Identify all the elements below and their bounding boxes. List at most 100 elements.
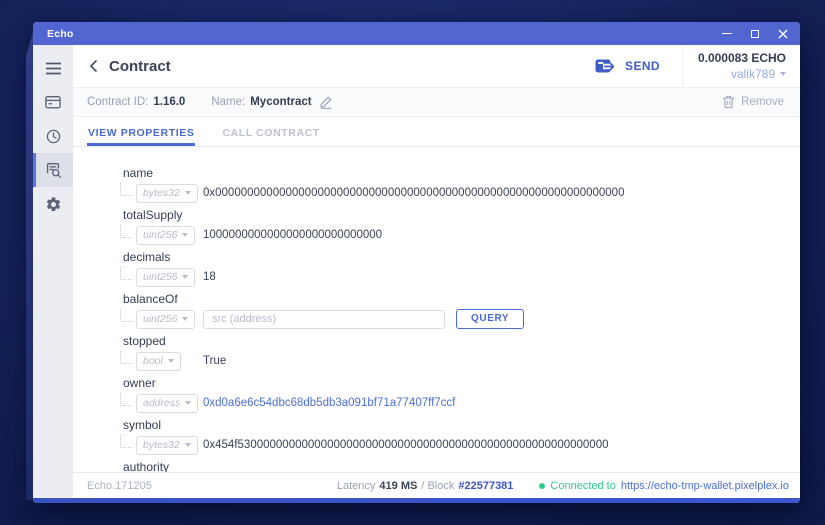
window-title: Echo (47, 27, 74, 40)
type-dropdown[interactable]: bool (136, 351, 181, 371)
trash-icon (723, 95, 735, 109)
property-name: stopped (123, 334, 166, 348)
type-dropdown[interactable]: uint256 (136, 225, 196, 245)
remove-label: Remove (741, 96, 784, 108)
tree-connector-icon (120, 182, 131, 196)
tree-connector-icon (120, 434, 131, 448)
query-button[interactable]: QUERY (456, 309, 525, 329)
app-version: Echo.171205 (87, 479, 152, 492)
app-window: Echo Contract SEND 0.000083 ECHO valik78… (33, 22, 800, 503)
close-icon (778, 29, 787, 38)
sidebar-item-contracts[interactable] (33, 153, 73, 187)
property-name: name (123, 166, 154, 180)
send-button[interactable]: SEND (573, 45, 682, 87)
contract-property: owner address 0xd0a6e6c54dbc68db5db3a091… (73, 377, 800, 419)
account-switcher[interactable]: 0.000083 ECHO valik789 (682, 45, 800, 87)
connected-dot-icon (539, 482, 546, 489)
connection-status: Connected to https://echo-tmp-wallet.pix… (539, 480, 789, 492)
connected-url[interactable]: https://echo-tmp-wallet.pixelplex.io (621, 480, 789, 492)
tree-connector-icon (120, 266, 131, 280)
minimize-button[interactable] (721, 28, 732, 39)
chevron-down-icon (780, 72, 786, 76)
settings-icon (46, 196, 60, 211)
tree-connector-icon (120, 224, 131, 238)
address-input[interactable] (203, 309, 445, 329)
contract-property: balanceOf uint256 QUERY (73, 293, 800, 335)
close-button[interactable] (777, 28, 788, 39)
type-label: uint256 (143, 270, 178, 283)
latency-value: 419 MS (379, 479, 418, 492)
block-label: / Block (421, 479, 455, 492)
sidebar (33, 45, 73, 498)
chevron-down-icon (182, 274, 189, 279)
menu-icon (45, 62, 61, 74)
tab-call-contract[interactable]: CALL CONTRACT (221, 117, 320, 146)
type-label: bytes32 (143, 438, 180, 451)
property-value: 0xd0a6e6c54dbc68db5db3a091bf71a77407ff7c… (203, 397, 456, 409)
chevron-down-icon (182, 316, 189, 321)
tab-view-properties[interactable]: VIEW PROPERTIES (87, 117, 196, 146)
back-button[interactable] (87, 55, 100, 77)
chevron-down-icon (182, 232, 189, 237)
remove-contract-button[interactable]: Remove (722, 95, 784, 109)
contract-property: stopped bool True (73, 335, 800, 377)
contract-property: authority (73, 460, 800, 473)
tree-connector-icon (120, 392, 131, 406)
contract-property: symbol bytes32 0x454f5300000000000000000… (73, 419, 800, 461)
contract-property: name bytes32 0x0000000000000000000000000… (73, 167, 800, 209)
send-label: SEND (625, 59, 660, 73)
contract-info-bar: Contract ID: 1.16.0 Name: Mycontract Rem… (73, 88, 800, 117)
tab-label: VIEW PROPERTIES (88, 127, 195, 139)
contract-name-label: Name: (211, 96, 246, 108)
property-name: owner (123, 376, 156, 390)
chevron-down-icon (185, 400, 192, 405)
type-dropdown[interactable]: uint256 (136, 267, 196, 287)
property-name: totalSupply (123, 208, 183, 222)
contract-id-label: Contract ID: (87, 96, 149, 108)
send-icon (595, 59, 615, 73)
property-value: 18 (203, 271, 216, 283)
edit-name-button[interactable] (319, 95, 333, 109)
title-bar: Echo (33, 22, 800, 45)
window-bottom-edge (33, 498, 800, 503)
sidebar-item-wallet[interactable] (33, 85, 73, 119)
type-dropdown[interactable]: address (136, 393, 199, 413)
block-number: #22577381 (458, 479, 514, 492)
maximize-button[interactable] (749, 28, 760, 39)
type-dropdown[interactable]: bytes32 (136, 435, 198, 455)
chevron-down-icon (167, 358, 174, 363)
sidebar-menu-toggle[interactable] (33, 51, 73, 85)
chevron-down-icon (184, 190, 191, 195)
type-label: bytes32 (143, 186, 180, 199)
contracts-icon (46, 163, 61, 178)
sidebar-item-history[interactable] (33, 119, 73, 153)
type-dropdown[interactable]: uint256 (136, 309, 196, 329)
property-name: authority (123, 460, 170, 473)
property-name: decimals (123, 250, 171, 264)
type-dropdown[interactable]: bytes32 (136, 183, 198, 203)
type-label: uint256 (143, 228, 178, 241)
property-value: 0x00000000000000000000000000000000000000… (203, 187, 625, 199)
property-value: True (203, 355, 227, 367)
sidebar-item-settings[interactable] (33, 187, 73, 221)
tree-connector-icon (120, 350, 131, 364)
history-icon (46, 129, 60, 143)
type-label: address (143, 396, 181, 409)
account-name: valik789 (730, 67, 775, 81)
chevron-left-icon (89, 59, 98, 73)
contract-property: decimals uint256 18 (73, 251, 800, 293)
type-label: bool (143, 354, 163, 367)
contract-name-value: Mycontract (250, 96, 312, 108)
wallet-icon (45, 96, 61, 109)
property-value: 0x454f5300000000000000000000000000000000… (203, 439, 609, 451)
contract-property: totalSupply uint256 10000000000000000000… (73, 209, 800, 251)
page-title: Contract (109, 57, 171, 75)
chevron-down-icon (184, 442, 191, 447)
balance-value: 0.000083 ECHO (697, 51, 786, 65)
network-stats: Latency 419 MS / Block #22577381 (337, 480, 514, 492)
property-name: balanceOf (123, 292, 178, 306)
tab-label: CALL CONTRACT (222, 127, 320, 139)
property-name: symbol (123, 418, 162, 432)
window-controls (721, 28, 788, 39)
contract-id-value: 1.16.0 (153, 96, 186, 108)
